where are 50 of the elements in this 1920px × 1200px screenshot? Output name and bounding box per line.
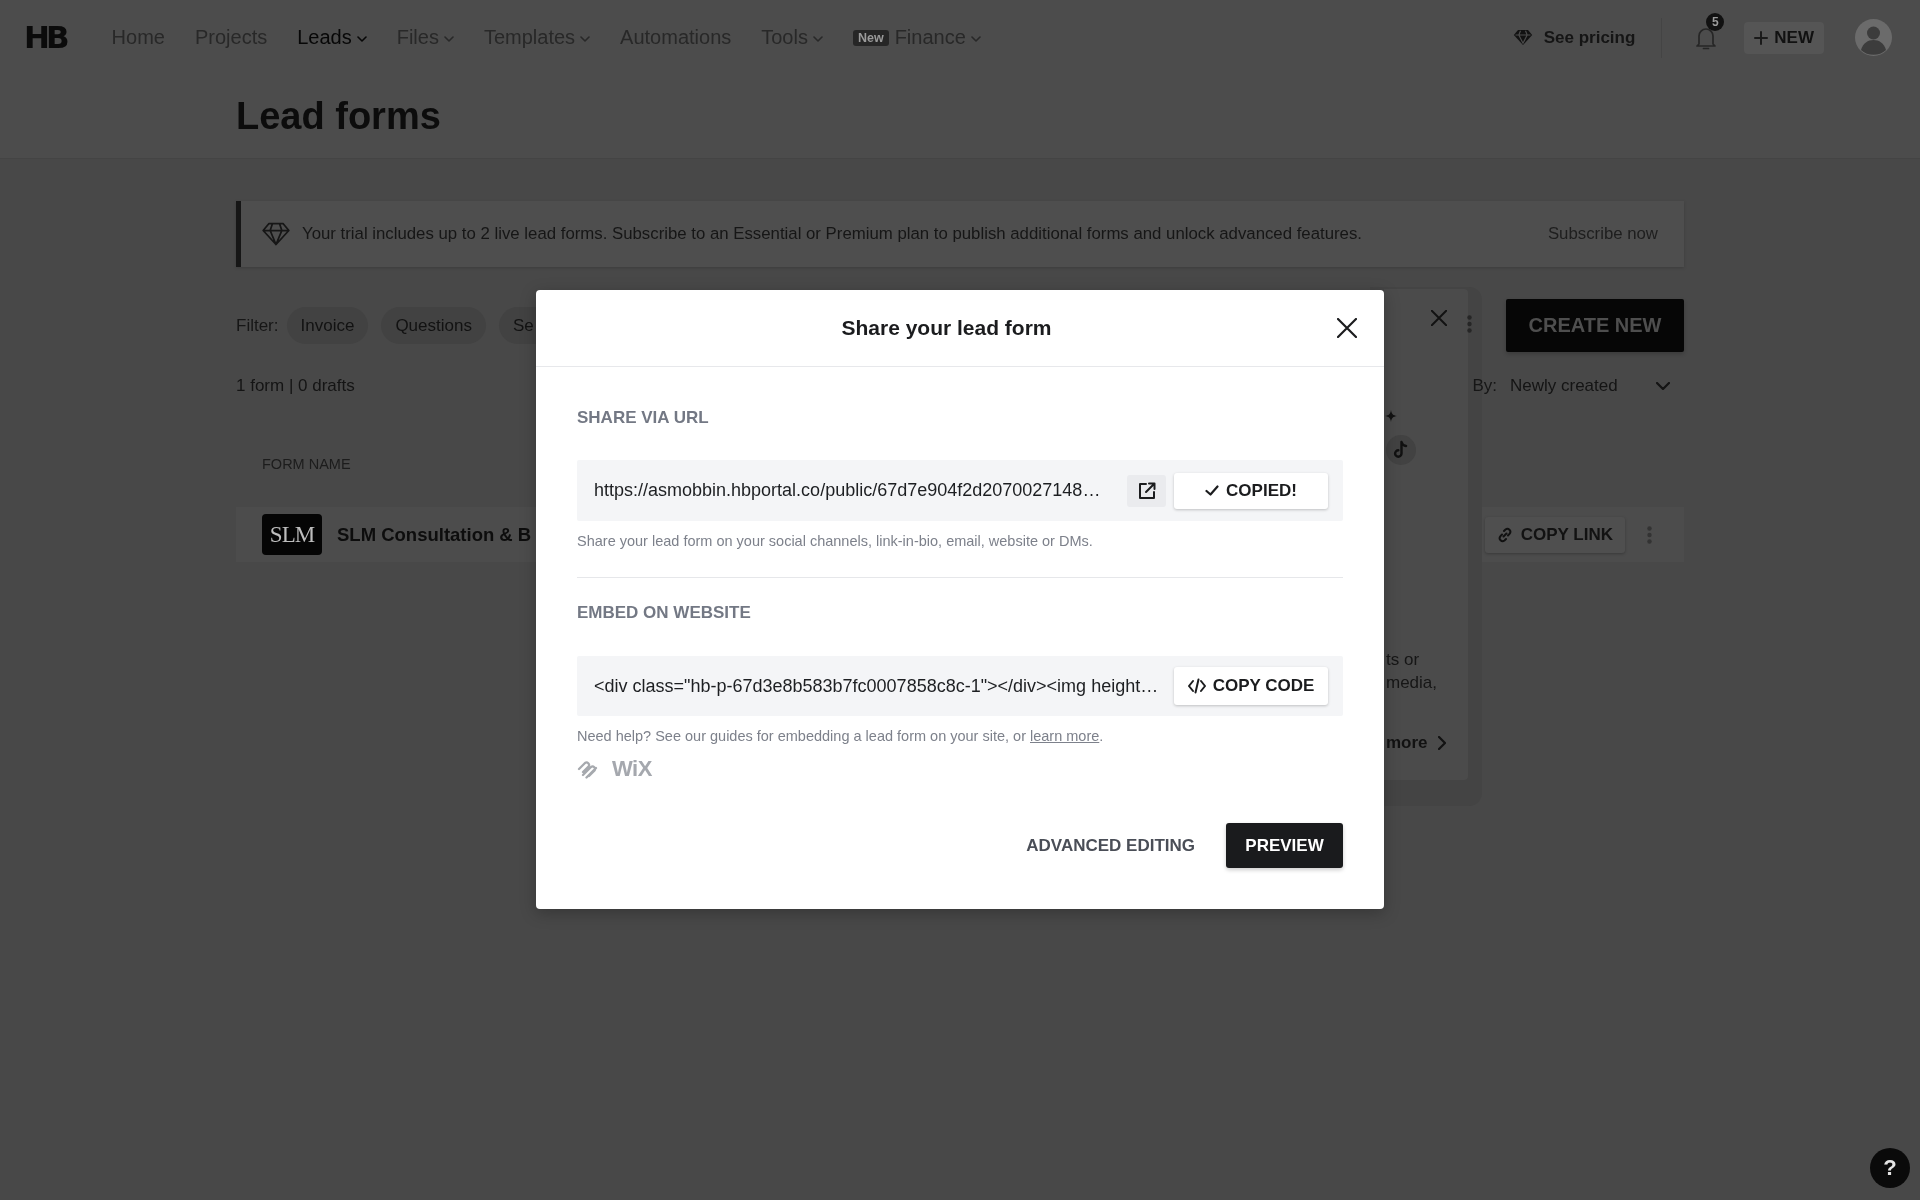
chevron-down-icon [356,35,367,42]
chevron-down-icon [443,35,454,42]
copy-url-button[interactable]: COPIED! [1174,472,1328,509]
section-heading: EMBED ON WEBSITE [577,603,752,623]
embed-code-field[interactable]: <div class="hb-p-67d3e8b583b7fc0007858c8c-1"></div><img height… COPY CODE [577,656,1343,716]
page-title: Lead forms [236,94,441,139]
avatar[interactable] [1855,19,1892,56]
notification-badge: 5 [1706,12,1725,31]
copy-code-button[interactable]: COPY CODE [1174,667,1328,705]
url-value: https://asmobbin.hbportal.co/public/67d7e904f2d2070027148… [594,480,1101,501]
chevron-down-icon [1656,382,1670,390]
learn-more-link[interactable]: learn more [1030,728,1100,744]
help-button[interactable]: ? [1870,1148,1910,1188]
new-button[interactable]: NEW [1744,21,1824,54]
more-link[interactable]: more [1386,731,1446,754]
see-pricing-link[interactable]: See pricing [1512,27,1636,48]
chevron-down-icon [812,35,823,42]
embed-code-value: <div class="hb-p-67d3e8b583b7fc0007858c8c-1"></div><img height… [594,675,1159,697]
sparkle-icon [1385,410,1397,422]
kebab-menu-icon[interactable] [1647,525,1652,544]
help-text: Need help? See our guides for embedding a lead form on your site, or learn more. [577,727,1105,746]
hint-text: Share your lead form on your social channels, link-in-bio, email, website or DMs. [577,532,1094,551]
kebab-menu-icon[interactable] [1467,315,1472,333]
chevron-down-icon [580,35,591,42]
loops-logo-icon [577,759,598,779]
open-link-button[interactable] [1127,474,1166,507]
external-link-icon [1137,481,1156,500]
check-icon [1205,485,1220,496]
form-name: SLM Consultation & B [337,523,532,546]
chevron-down-icon [970,35,981,42]
diamond-icon [1512,29,1533,46]
code-icon [1187,678,1206,694]
nav-link[interactable]: Leads [297,26,367,49]
create-new-button[interactable]: CREATE NEW [1506,299,1684,352]
section-heading: SHARE VIA URL [577,408,710,428]
chevron-right-icon [1437,735,1446,750]
new-badge: New [852,29,889,46]
preview-button[interactable]: PREVIEW [1226,823,1343,868]
plus-icon [1754,30,1769,45]
advanced-editing-button[interactable]: ADVANCED EDITING [1026,835,1195,856]
wix-logo: WiX [612,756,652,782]
link-icon [1496,526,1513,543]
banner-text: Your trial includes up to 2 live lead forms. Subscribe to an Essential or Premium plan to publish additional forms and unlock advanced features. [302,224,1362,244]
diamond-icon [262,222,290,246]
modal-title: Share your lead form [841,316,1052,340]
logo[interactable]: HB [24,22,66,53]
copy-link-button[interactable]: COPY LINK [1484,516,1625,553]
url-field[interactable]: https://asmobbin.hbportal.co/public/67d7e904f2d2070027148… COPIED! [577,460,1343,521]
form-logo: SLM [262,514,322,555]
close-icon[interactable] [1337,318,1357,338]
